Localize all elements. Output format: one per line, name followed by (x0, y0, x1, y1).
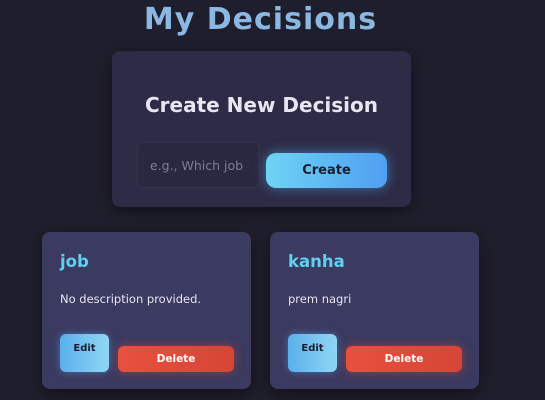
decision-card: job No description provided. Edit Delete (42, 232, 251, 389)
decision-title-input[interactable] (137, 142, 260, 188)
delete-button[interactable]: Delete (346, 346, 462, 372)
decision-title: job (60, 252, 89, 271)
decision-description: No description provided. (60, 292, 202, 306)
create-decision-card: Create New Decision Create (112, 51, 411, 207)
create-decision-title: Create New Decision (144, 93, 379, 117)
decision-title: kanha (288, 252, 345, 271)
decision-description: prem nagri (288, 292, 352, 306)
page-title: My Decisions (143, 2, 378, 37)
create-button[interactable]: Create (266, 153, 387, 188)
edit-button[interactable]: Edit (60, 334, 109, 372)
edit-button[interactable]: Edit (288, 334, 337, 372)
decision-card: kanha prem nagri Edit Delete (270, 232, 479, 389)
delete-button[interactable]: Delete (118, 346, 234, 372)
page-root: My Decisions Create New Decision Create … (0, 0, 545, 400)
